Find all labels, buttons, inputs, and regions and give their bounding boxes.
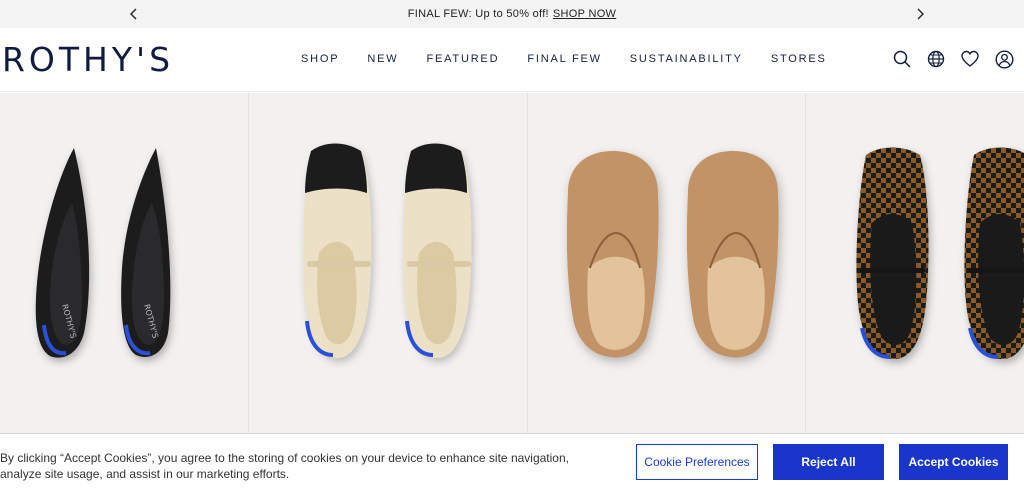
product-card-mary-jane-checker[interactable]	[806, 93, 1024, 433]
heart-icon[interactable]	[960, 49, 980, 69]
product-grid: ROTHY'S ROTHY'S	[0, 93, 1024, 433]
globe-icon[interactable]	[926, 49, 946, 69]
announcement-text: FINAL FEW: Up to 50% off!	[407, 8, 549, 20]
chevron-right-icon[interactable]	[910, 4, 930, 24]
nav-final-few[interactable]: FINAL FEW	[527, 53, 601, 65]
nav-featured[interactable]: FEATURED	[426, 53, 499, 65]
nav-shop[interactable]: SHOP	[301, 53, 339, 65]
product-image-mary-jane-checker	[856, 147, 1024, 359]
announcement-text-group: FINAL FEW: Up to 50% off! SHOP NOW	[408, 8, 617, 20]
nav-sustainability[interactable]: SUSTAINABILITY	[630, 53, 743, 65]
nav-stores[interactable]: STORES	[771, 53, 827, 65]
cookie-preferences-button[interactable]: Cookie Preferences	[636, 444, 758, 480]
product-card-mule[interactable]	[528, 93, 806, 433]
shop-now-link[interactable]: SHOP NOW	[553, 8, 616, 20]
chevron-left-icon[interactable]	[124, 4, 144, 24]
account-icon[interactable]	[994, 49, 1014, 69]
cookie-banner: By clicking “Accept Cookies”, you agree …	[0, 433, 1024, 488]
nav-new[interactable]: NEW	[367, 53, 398, 65]
cookie-message: By clicking “Accept Cookies”, you agree …	[0, 451, 569, 481]
product-card-pointed-flat[interactable]: ROTHY'S ROTHY'S	[0, 93, 249, 433]
search-icon[interactable]	[892, 49, 912, 69]
product-image-pointed-flat: ROTHY'S ROTHY'S	[35, 148, 171, 358]
product-image-mule	[566, 151, 779, 358]
site-header: ROTHY'S SHOP NEW FEATURED FINAL FEW SUST…	[0, 28, 1024, 92]
announcement-bar: FINAL FEW: Up to 50% off! SHOP NOW	[0, 0, 1024, 28]
header-icons	[892, 49, 1014, 69]
accept-cookies-button[interactable]: Accept Cookies	[899, 444, 1008, 480]
product-card-mary-jane[interactable]	[249, 93, 528, 433]
reject-all-button[interactable]: Reject All	[773, 444, 884, 480]
main-nav: SHOP NEW FEATURED FINAL FEW SUSTAINABILI…	[301, 53, 855, 65]
product-image-mary-jane	[303, 143, 472, 358]
logo[interactable]: ROTHY'S	[2, 40, 174, 79]
